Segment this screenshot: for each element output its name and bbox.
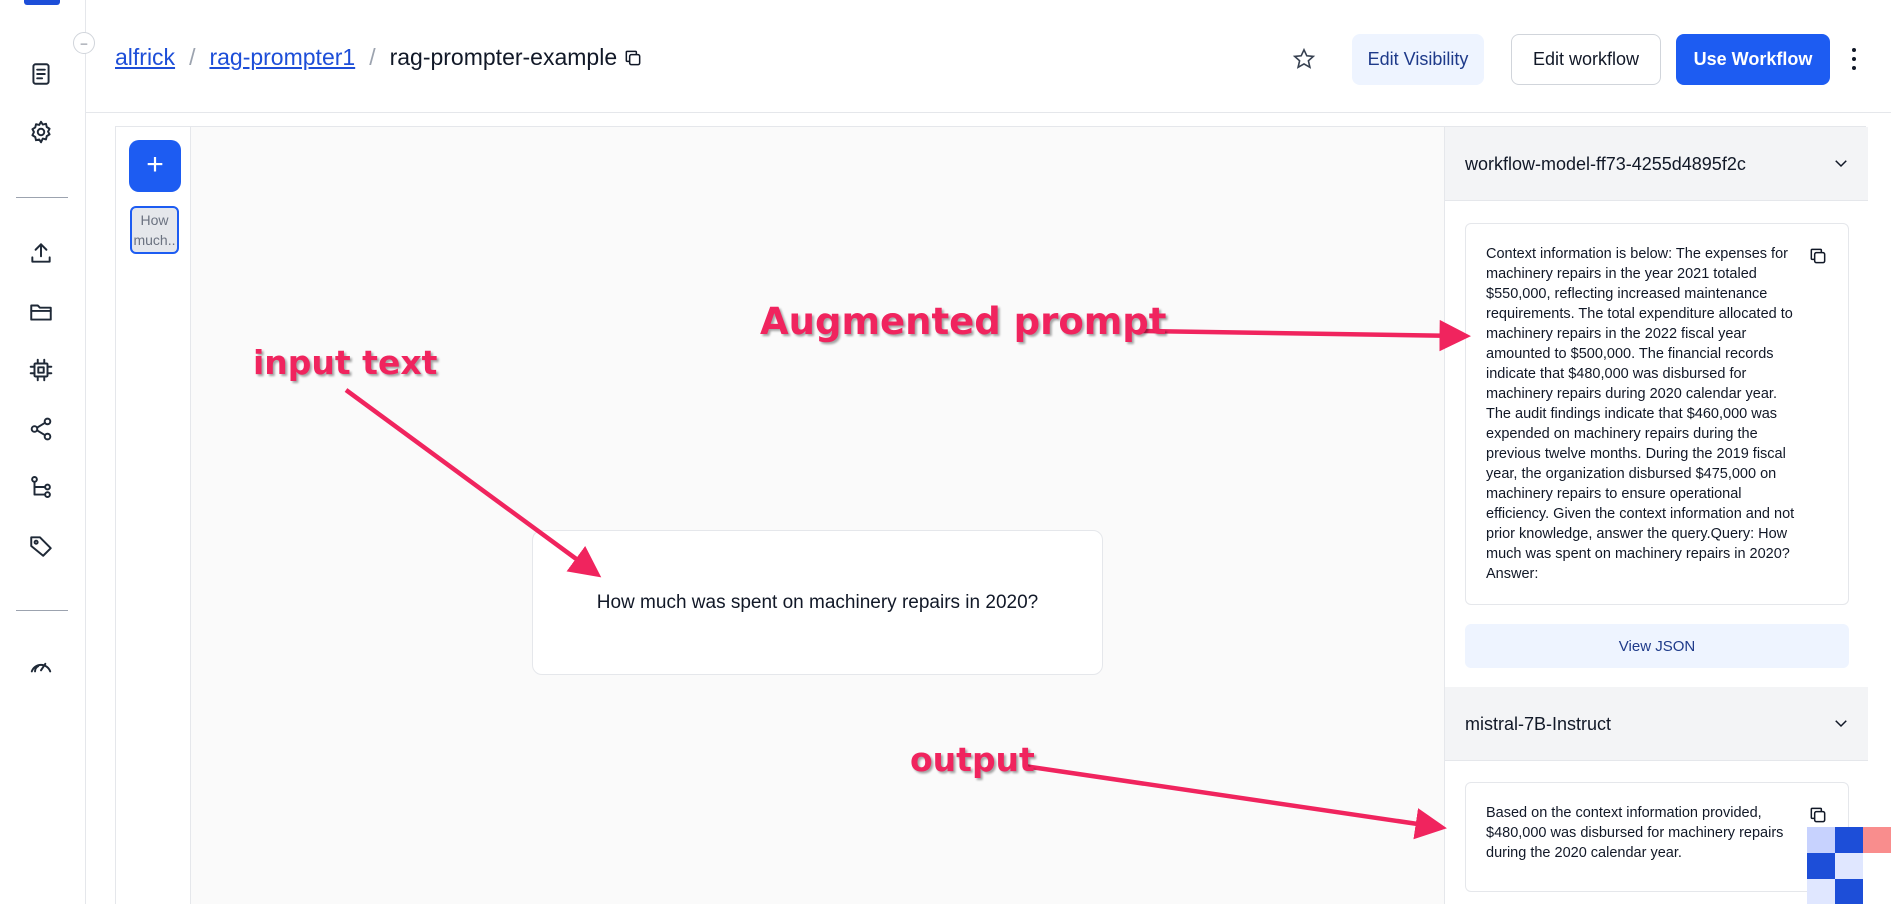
breadcrumb-app-link[interactable]: rag-prompter1 bbox=[209, 44, 355, 71]
input-text-annotation: input text bbox=[253, 343, 438, 382]
edit-workflow-button[interactable]: Edit workflow bbox=[1511, 34, 1661, 85]
use-workflow-button[interactable]: Use Workflow bbox=[1676, 34, 1830, 85]
view-json-button[interactable]: View JSON bbox=[1465, 624, 1849, 668]
breadcrumb: alfrick / rag-prompter1 / rag-prompter-e… bbox=[115, 44, 643, 71]
augmented-prompt-output: Context information is below: The expens… bbox=[1465, 223, 1849, 605]
share-icon[interactable] bbox=[26, 414, 56, 444]
star-icon[interactable] bbox=[1292, 47, 1318, 73]
upload-icon[interactable] bbox=[26, 238, 56, 268]
sidebar-rail: – bbox=[0, 0, 95, 904]
edit-visibility-button[interactable]: Edit Visibility bbox=[1352, 34, 1484, 85]
breadcrumb-separator: / bbox=[189, 44, 196, 70]
chevron-down-icon[interactable] bbox=[1832, 154, 1850, 177]
results-panel: workflow-model-ff73-4255d4895f2c Context… bbox=[1444, 127, 1868, 904]
settings-icon[interactable] bbox=[26, 117, 56, 147]
breadcrumb-user-link[interactable]: alfrick bbox=[115, 44, 175, 71]
node-header-workflow-model[interactable]: workflow-model-ff73-4255d4895f2c bbox=[1445, 127, 1868, 201]
sidebar-divider bbox=[16, 610, 68, 611]
input-thumbnail[interactable]: How much.. bbox=[130, 206, 179, 254]
output-annotation: output bbox=[910, 740, 1035, 779]
model-output: Based on the context information provide… bbox=[1465, 782, 1849, 892]
node-header-mistral[interactable]: mistral-7B-Instruct bbox=[1445, 687, 1868, 761]
brand-mark bbox=[24, 0, 60, 5]
output-text: Context information is below: The expens… bbox=[1486, 246, 1795, 582]
gauge-icon[interactable] bbox=[26, 651, 56, 681]
node-name: workflow-model-ff73-4255d4895f2c bbox=[1465, 154, 1746, 174]
page-title: rag-prompter-example bbox=[389, 44, 618, 70]
output-text: Based on the context information provide… bbox=[1486, 805, 1784, 861]
copy-icon[interactable] bbox=[1808, 246, 1828, 272]
input-text-card: How much was spent on machinery repairs … bbox=[532, 530, 1103, 675]
chevron-down-icon[interactable] bbox=[1832, 714, 1850, 737]
augmented-prompt-annotation: Augmented prompt bbox=[760, 300, 1167, 343]
more-options-icon[interactable] bbox=[1848, 44, 1860, 74]
folder-icon[interactable] bbox=[26, 297, 56, 327]
sidebar-divider bbox=[16, 197, 68, 198]
corner-logo-icon bbox=[1807, 827, 1891, 904]
document-icon[interactable] bbox=[26, 59, 56, 89]
input-text: How much was spent on machinery repairs … bbox=[596, 591, 1039, 613]
workflow-workspace: + How much.. How much was spent on machi… bbox=[115, 126, 1868, 904]
cpu-icon[interactable] bbox=[26, 355, 56, 385]
copy-icon[interactable] bbox=[623, 48, 643, 68]
workflow-icon[interactable] bbox=[26, 472, 56, 502]
breadcrumb-separator: / bbox=[369, 44, 376, 70]
tag-icon[interactable] bbox=[26, 531, 56, 561]
inputs-column: + How much.. bbox=[116, 127, 191, 904]
add-input-button[interactable]: + bbox=[129, 140, 181, 192]
page-header: alfrick / rag-prompter1 / rag-prompter-e… bbox=[86, 0, 1891, 113]
node-name: mistral-7B-Instruct bbox=[1465, 714, 1612, 734]
